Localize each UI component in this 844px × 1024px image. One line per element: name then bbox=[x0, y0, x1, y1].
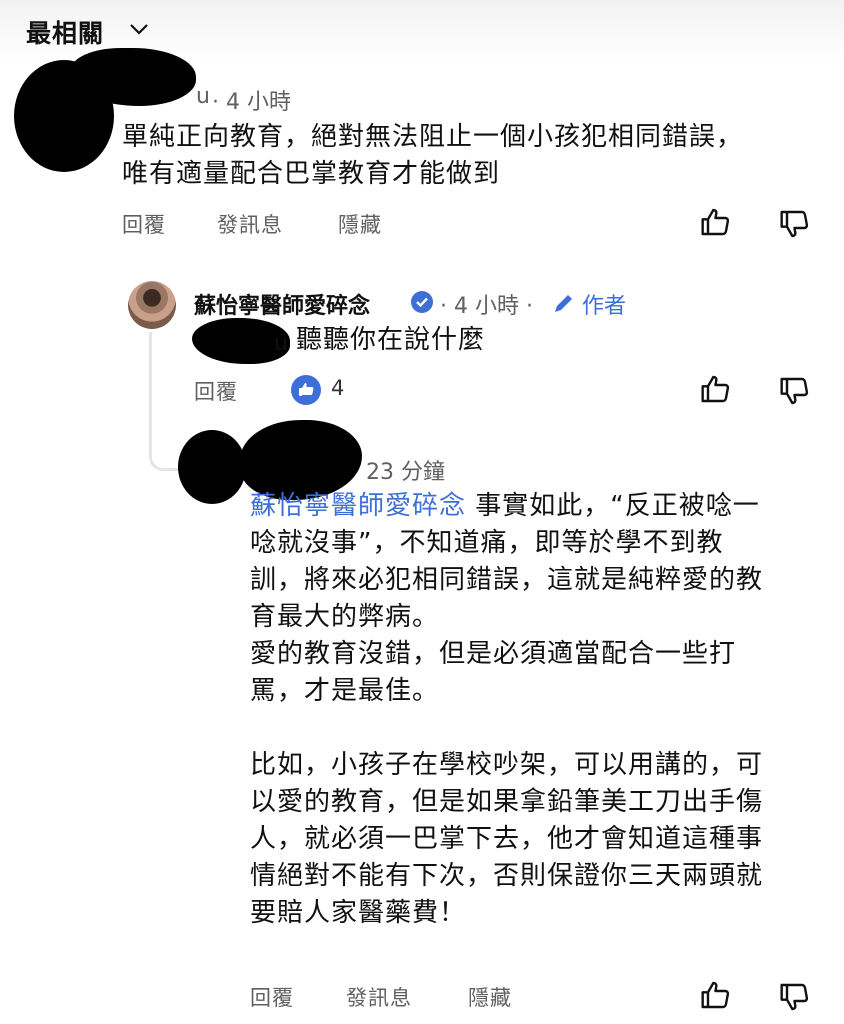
author-avatar[interactable] bbox=[128, 281, 176, 329]
reply2-line-11: 要賠人家醫藥費！ bbox=[250, 898, 467, 928]
reply2-line-6: 罵，才是最佳。 bbox=[250, 676, 440, 706]
like-count-icon bbox=[291, 375, 321, 405]
verified-badge-icon bbox=[411, 291, 433, 313]
comment-time: · 4 小時 bbox=[212, 90, 291, 115]
reply-button[interactable]: 回覆 bbox=[250, 982, 294, 1012]
comment-text-line-1: 單純正向教育，絕對無法阻止一個小孩犯相同錯誤， bbox=[122, 122, 744, 152]
like-icon[interactable] bbox=[700, 206, 732, 238]
message-button[interactable]: 發訊息 bbox=[346, 982, 412, 1012]
reply2-line-8: 以愛的教育，但是如果拿鉛筆美工刀出手傷 bbox=[250, 787, 764, 817]
author-name[interactable]: 蘇怡寧醫師愛碎念 bbox=[194, 288, 370, 320]
redacted-avatar bbox=[178, 430, 246, 504]
comment-text-line-2: 唯有適量配合巴掌教育才能做到 bbox=[122, 159, 501, 189]
like-count: 4 bbox=[331, 376, 346, 400]
dislike-icon[interactable] bbox=[779, 375, 811, 407]
reply2-blank-line bbox=[250, 710, 830, 747]
reply2-time: 23 分鐘 bbox=[366, 460, 445, 485]
reply2-line-9: 人，就必須一巴掌下去，他才會知道這種事 bbox=[250, 824, 764, 854]
reply2-line-2: 唸就沒事”，不知道痛，即等於學不到教 bbox=[250, 528, 724, 558]
reply-text: 聽聽你在說什麼 bbox=[296, 325, 486, 355]
reply2-line-7: 比如，小孩子在學校吵架，可以用講的，可 bbox=[250, 750, 764, 780]
like-icon[interactable] bbox=[700, 979, 732, 1011]
author-tag: 作者 bbox=[582, 294, 627, 319]
reply2-line-10: 情絕對不能有下次，否則保證你三天兩頭就 bbox=[250, 861, 764, 891]
reply2-line-4: 育最大的弊病。 bbox=[250, 602, 440, 632]
dislike-icon[interactable] bbox=[779, 208, 811, 240]
thread-connector bbox=[149, 332, 184, 471]
chevron-down-icon[interactable] bbox=[129, 22, 149, 36]
reply2-line-5: 愛的教育沒錯，但是必須適當配合一些打 bbox=[250, 639, 737, 669]
reply2-mention[interactable]: 蘇怡寧醫師愛碎念 bbox=[250, 491, 466, 521]
comment-username-tail: u bbox=[196, 84, 210, 109]
reply-reply-button[interactable]: 回覆 bbox=[194, 376, 238, 406]
hide-button[interactable]: 隱藏 bbox=[468, 982, 512, 1012]
sort-label[interactable]: 最相關 bbox=[26, 14, 104, 50]
reply2-text: 蘇怡寧醫師愛碎念 事實如此，“反正被唸一 唸就沒事”，不知道痛，即等於學不到教 … bbox=[250, 488, 830, 932]
reply2-line-3: 訓，將來必犯相同錯誤，這就是純粹愛的教 bbox=[250, 565, 764, 595]
dislike-icon[interactable] bbox=[779, 981, 811, 1013]
reply-mention-tail: u bbox=[274, 331, 289, 356]
hide-button[interactable]: 隱藏 bbox=[338, 209, 382, 239]
message-button[interactable]: 發訊息 bbox=[217, 209, 283, 239]
reply-time: · 4 小時 · bbox=[440, 294, 533, 319]
reply-button[interactable]: 回覆 bbox=[122, 209, 166, 239]
like-icon[interactable] bbox=[700, 373, 732, 405]
reply2-line-1: 事實如此，“反正被唸一 bbox=[466, 491, 760, 521]
pencil-icon bbox=[555, 295, 572, 312]
